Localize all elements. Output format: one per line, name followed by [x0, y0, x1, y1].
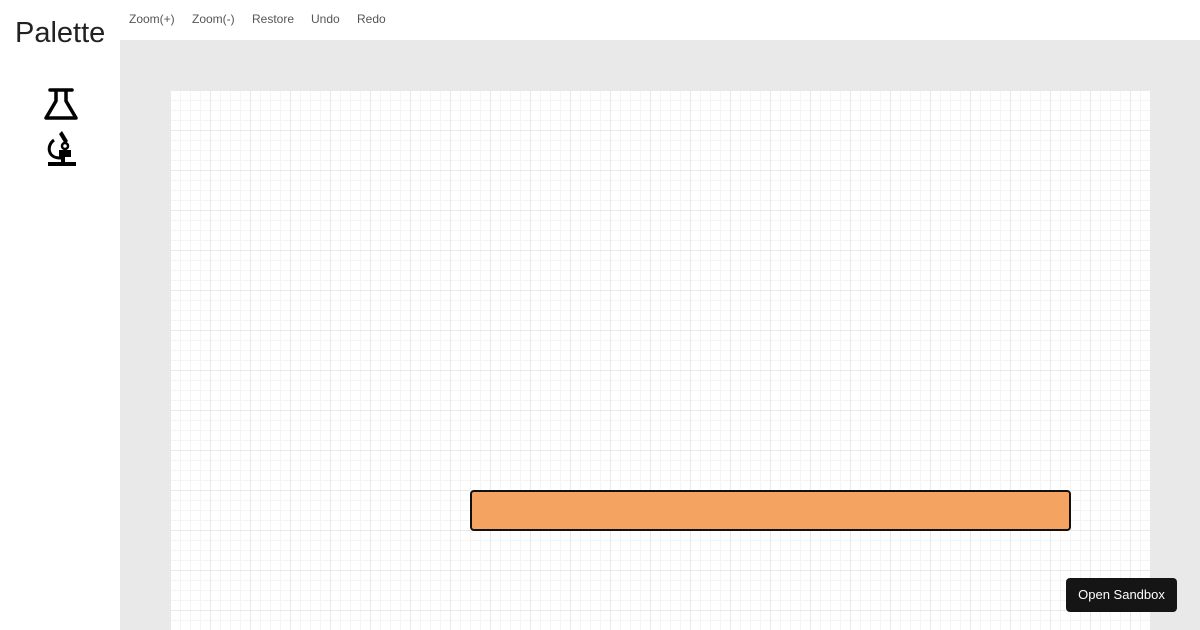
diagram-shape[interactable]: [470, 490, 1071, 531]
toolbar: Zoom(+) Zoom(-) Restore Undo Redo: [120, 0, 1200, 40]
undo-button[interactable]: Undo: [311, 12, 340, 26]
diagram-canvas[interactable]: [171, 90, 1150, 630]
microscope-icon[interactable]: [42, 128, 80, 168]
zoom-in-button[interactable]: Zoom(+): [129, 12, 175, 26]
zoom-out-button[interactable]: Zoom(-): [192, 12, 235, 26]
open-sandbox-button[interactable]: Open Sandbox: [1066, 578, 1177, 612]
flask-icon[interactable]: [42, 85, 80, 125]
restore-button[interactable]: Restore: [252, 12, 294, 26]
palette-sidebar: Palette: [0, 0, 120, 630]
redo-button[interactable]: Redo: [357, 12, 386, 26]
palette-title: Palette: [15, 17, 106, 49]
